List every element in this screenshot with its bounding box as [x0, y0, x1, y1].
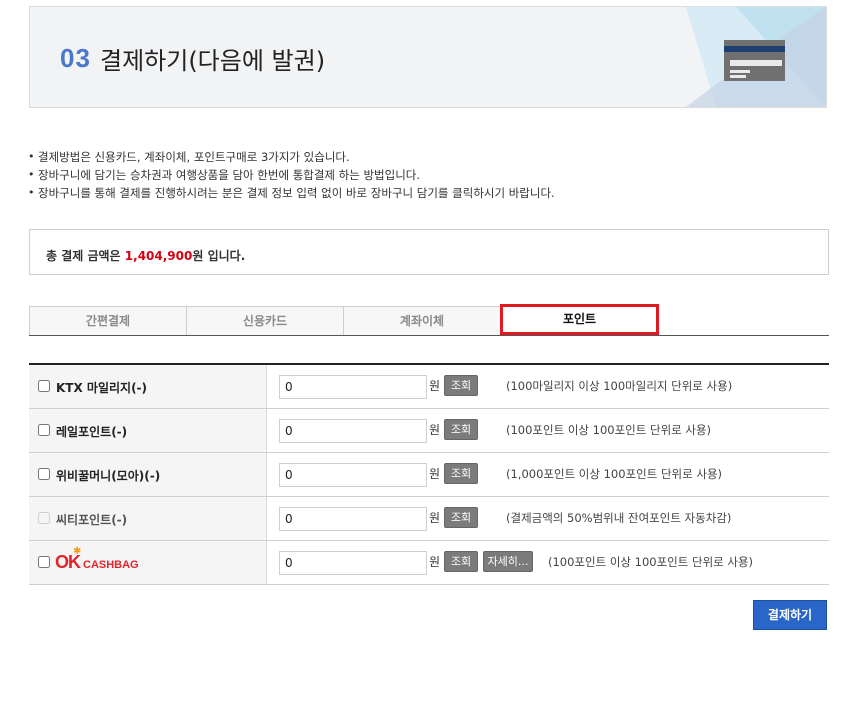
- citi-point-search-button[interactable]: 조회: [444, 507, 478, 528]
- page-title: 결제하기(다음에 발권): [100, 47, 326, 75]
- points-note: (결제금액의 50%범위내 잔여포인트 자동차감): [506, 511, 732, 525]
- points-name: 씨티포인트(-): [56, 513, 128, 527]
- points-note: (1,000포인트 이상 100포인트 단위로 사용): [506, 467, 723, 481]
- wibee-money-search-button[interactable]: 조회: [444, 463, 478, 484]
- won-unit: 원: [429, 423, 441, 437]
- won-unit: 원: [429, 467, 441, 481]
- total-amount: 1,404,900: [124, 249, 193, 263]
- won-unit: 원: [429, 555, 441, 569]
- tabs-baseline: [29, 335, 829, 336]
- total-prefix: 총 결제 금액은: [46, 249, 125, 263]
- payment-notes: 결제방법은 신용카드, 계좌이체, 포인트구매로 3가지가 있습니다. 장바구니…: [28, 148, 555, 202]
- tab-simple-pay[interactable]: 간편결제: [29, 306, 187, 335]
- ktx-mileage-checkbox[interactable]: [38, 380, 50, 392]
- points-row-rail-point: 레일포인트(-) 원 조회 (100포인트 이상 100포인트 단위로 사용): [29, 409, 829, 453]
- ok-cashbag-checkbox[interactable]: [38, 556, 50, 568]
- note-item: 장바구니를 통해 결제를 진행하시려는 분은 결제 정보 입력 없이 바로 장바…: [28, 184, 555, 202]
- step-number: 03: [60, 43, 91, 73]
- points-label-cell: KTX 마일리지(-): [29, 365, 267, 408]
- ok-cashbag-logo-text: CASHBAG: [83, 559, 139, 571]
- won-unit: 원: [429, 511, 441, 525]
- points-name: 위비꿀머니(모아)(-): [56, 469, 161, 483]
- points-row-citi-point: 씨티포인트(-) 원 조회 (결제금액의 50%범위내 잔여포인트 자동차감): [29, 497, 829, 541]
- citi-point-amount-input[interactable]: [279, 507, 427, 531]
- total-amount-box: 총 결제 금액은 1,404,900원 입니다.: [29, 229, 829, 275]
- won-unit: 원: [429, 379, 441, 393]
- total-amount-text: 총 결제 금액은 1,404,900원 입니다.: [46, 247, 245, 264]
- page-header-banner: 03 결제하기(다음에 발권): [29, 6, 827, 108]
- points-row-wibee-money: 위비꿀머니(모아)(-) 원 조회 (1,000포인트 이상 100포인트 단위…: [29, 453, 829, 497]
- note-item: 결제방법은 신용카드, 계좌이체, 포인트구매로 3가지가 있습니다.: [28, 148, 555, 166]
- tab-bank-transfer[interactable]: 계좌이체: [343, 306, 501, 335]
- banner-decoration: [686, 7, 826, 107]
- star-icon: ✱: [73, 546, 82, 557]
- points-label-cell: 씨티포인트(-): [29, 497, 267, 540]
- pay-button[interactable]: 결제하기: [753, 600, 827, 630]
- points-label-cell: OK ✱ CASHBAG: [29, 541, 267, 584]
- ktx-mileage-search-button[interactable]: 조회: [444, 375, 478, 396]
- points-note: (100포인트 이상 100포인트 단위로 사용): [548, 555, 754, 569]
- ok-cashbag-detail-button[interactable]: 자세히...: [483, 551, 533, 572]
- ok-cashbag-search-button[interactable]: 조회: [444, 551, 478, 572]
- points-note: (100마일리지 이상 100마일리지 단위로 사용): [506, 379, 733, 393]
- rail-point-amount-input[interactable]: [279, 419, 427, 443]
- points-row-ok-cashbag: OK✱CASHBAG 원 조회 자세히... (100포인트 이상 100포인트…: [29, 541, 829, 585]
- rail-point-search-button[interactable]: 조회: [444, 419, 478, 440]
- points-table: KTX 마일리지(-) 원 조회 (100마일리지 이상 100마일리지 단위로…: [29, 363, 829, 585]
- credit-card-icon: [724, 40, 785, 81]
- tab-points[interactable]: 포인트: [500, 304, 659, 335]
- points-label-cell: 위비꿀머니(모아)(-): [29, 453, 267, 496]
- points-label-cell: 레일포인트(-): [29, 409, 267, 452]
- ok-cashbag-logo: OK ✱ CASHBAG: [55, 546, 139, 572]
- points-name: KTX 마일리지(-): [56, 381, 148, 395]
- wibee-money-checkbox[interactable]: [38, 468, 50, 480]
- payment-method-tabs: 간편결제 신용카드 계좌이체 포인트: [29, 304, 829, 336]
- ok-cashbag-amount-input[interactable]: [279, 551, 427, 575]
- ktx-mileage-amount-input[interactable]: [279, 375, 427, 399]
- rail-point-checkbox[interactable]: [38, 424, 50, 436]
- points-row-ktx-mileage: KTX 마일리지(-) 원 조회 (100마일리지 이상 100마일리지 단위로…: [29, 365, 829, 409]
- tab-credit-card[interactable]: 신용카드: [186, 306, 344, 335]
- total-suffix: 원 입니다.: [192, 249, 246, 263]
- points-note: (100포인트 이상 100포인트 단위로 사용): [506, 423, 712, 437]
- note-item: 장바구니에 담기는 승차권과 여행상품을 담아 한번에 통합결제 하는 방법입니…: [28, 166, 555, 184]
- wibee-money-amount-input[interactable]: [279, 463, 427, 487]
- points-name: 레일포인트(-): [56, 425, 128, 439]
- citi-point-checkbox: [38, 512, 50, 524]
